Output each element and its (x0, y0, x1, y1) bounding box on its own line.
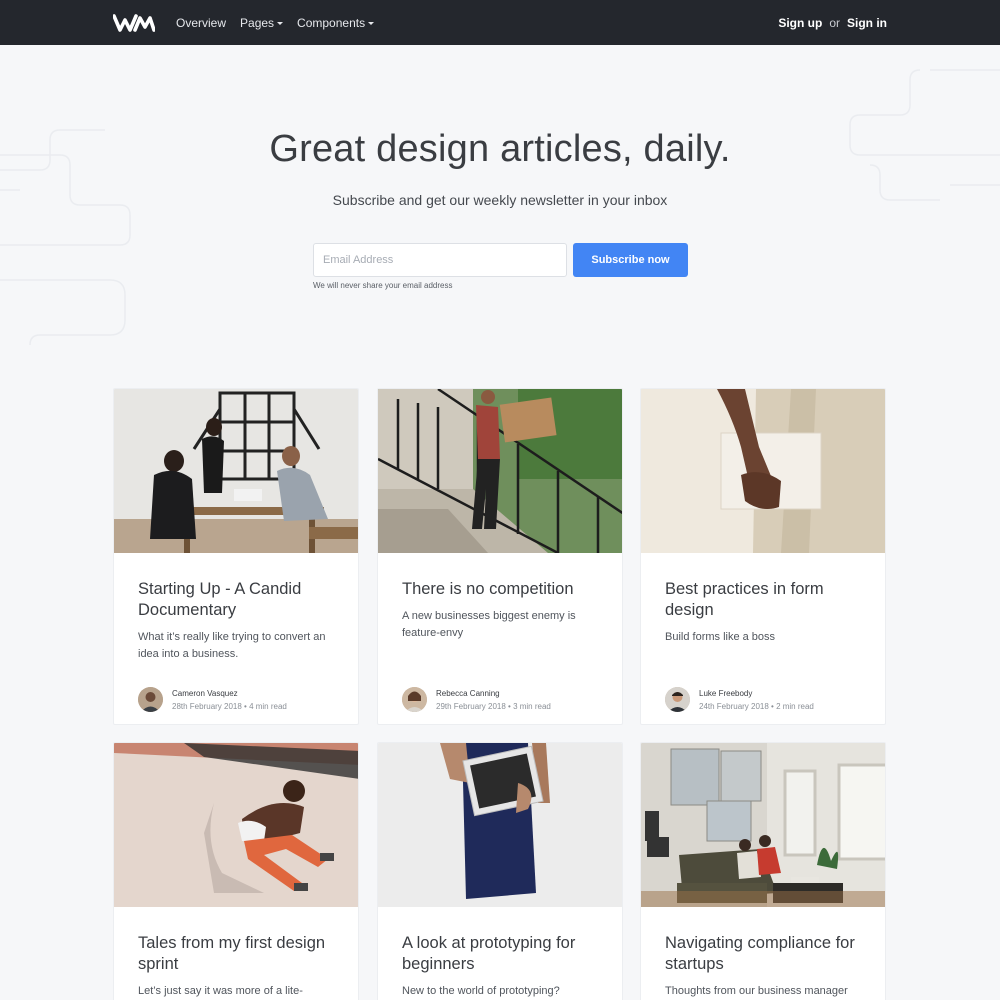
card-title: Starting Up - A Candid Documentary (138, 580, 302, 619)
top-navbar: Overview Pages Components Sign up or Sig… (0, 0, 1000, 45)
article-card[interactable]: Navigating compliance for startups Thoug… (640, 742, 886, 1000)
card-title: Tales from my first design sprint (138, 934, 326, 973)
wm-logo-icon[interactable] (113, 13, 155, 33)
card-description: New to the world of prototyping? (402, 985, 560, 997)
nav-components-dropdown[interactable]: Components (297, 16, 375, 30)
sand-runner-photo (114, 743, 358, 907)
hero-title: Great design articles, daily. (269, 128, 731, 170)
stairs-box-photo (378, 389, 622, 553)
article-card[interactable]: Tales from my first design sprint Let’s … (113, 742, 359, 1000)
card-title: A look at prototyping for beginners (402, 934, 576, 973)
card-title: Navigating compliance for startups (665, 934, 855, 973)
avatar (138, 687, 163, 712)
article-meta: 29th February 2018 • 3 min read (436, 701, 551, 711)
sign-in-link[interactable]: Sign in (847, 16, 887, 30)
article-card[interactable]: Starting Up - A Candid Documentary What … (113, 388, 359, 725)
card-description: Build forms like a boss (665, 631, 776, 643)
author-name: Rebecca Canning (436, 688, 500, 698)
author-name: Luke Freebody (699, 688, 753, 698)
card-title: Best practices in form design (665, 580, 824, 619)
card-author: Cameron Vasquez 28th February 2018 • 4 m… (138, 687, 287, 712)
card-title: There is no competition (402, 580, 574, 598)
notebook-hand-photo (641, 389, 885, 553)
living-room-photo (641, 743, 885, 907)
article-card[interactable]: There is no competition A new businesses… (377, 388, 623, 725)
auth-links: Sign up or Sign in (778, 16, 887, 30)
office-meeting-photo (114, 389, 358, 553)
article-card[interactable]: A look at prototyping for beginners New … (377, 742, 623, 1000)
caret-down-icon (368, 21, 375, 25)
article-card[interactable]: Best practices in form design Build form… (640, 388, 886, 725)
card-description: Thoughts from our business manager (665, 985, 848, 997)
tablet-dress-photo (378, 743, 622, 907)
nav-pages-dropdown[interactable]: Pages (240, 16, 284, 30)
card-author: Rebecca Canning 29th February 2018 • 3 m… (402, 687, 551, 712)
nav-links: Overview Pages Components (176, 16, 375, 30)
avatar (665, 687, 690, 712)
card-description: What it’s really like trying to convert … (138, 631, 326, 660)
card-description: Let’s just say it was more of a lite- (138, 985, 303, 997)
email-input[interactable] (313, 243, 567, 277)
email-privacy-note: We will never share your email address (313, 281, 453, 290)
avatar (402, 687, 427, 712)
article-meta: 28th February 2018 • 4 min read (172, 701, 287, 711)
card-description: A new businesses biggest enemy is featur… (402, 610, 576, 639)
card-author: Luke Freebody 24th February 2018 • 2 min… (665, 687, 814, 712)
sign-up-link[interactable]: Sign up (778, 16, 822, 30)
author-name: Cameron Vasquez (172, 688, 238, 698)
hero-background-pattern (0, 69, 1000, 346)
article-meta: 24th February 2018 • 2 min read (699, 701, 814, 711)
nav-overview-link[interactable]: Overview (176, 16, 226, 30)
caret-down-icon (277, 21, 284, 25)
subscribe-button[interactable]: Subscribe now (573, 243, 688, 277)
or-separator: or (829, 15, 840, 30)
hero-subtitle: Subscribe and get our weekly newsletter … (332, 192, 668, 208)
